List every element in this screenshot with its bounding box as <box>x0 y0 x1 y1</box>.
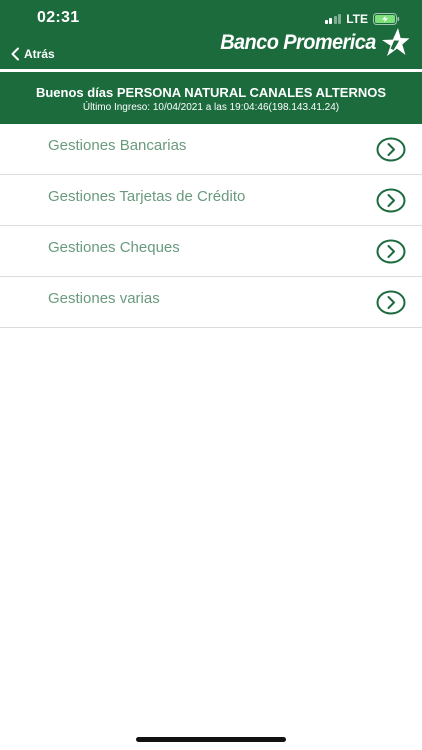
battery-charging-icon <box>373 13 400 25</box>
menu-item-gestiones-bancarias[interactable]: Gestiones Bancarias <box>0 124 422 175</box>
status-time: 02:31 <box>37 9 80 26</box>
menu-item-gestiones-cheques[interactable]: Gestiones Cheques <box>0 226 422 277</box>
menu-item-label: Gestiones Bancarias <box>48 137 187 154</box>
chevron-right-circle-icon[interactable] <box>376 137 406 162</box>
last-login-text: Último Ingreso: 10/04/2021 a las 19:04:4… <box>82 102 340 113</box>
menu-item-gestiones-tarjetas[interactable]: Gestiones Tarjetas de Crédito <box>0 175 422 226</box>
app-header: 02:31 LTE Atrás Banco Promerica <box>0 0 422 69</box>
menu-item-label: Gestiones Tarjetas de Crédito <box>48 188 246 205</box>
menu-item-gestiones-varias[interactable]: Gestiones varias <box>0 277 422 328</box>
greeting-banner: Buenos días PERSONA NATURAL CANALES ALTE… <box>0 72 422 124</box>
menu-list: Gestiones Bancarias Gestiones Tarjetas d… <box>0 124 422 328</box>
status-indicators: LTE <box>324 12 400 26</box>
menu-item-label: Gestiones varias <box>48 290 160 307</box>
chevron-left-icon <box>11 47 19 61</box>
star-logo-icon <box>382 28 410 56</box>
back-button[interactable]: Atrás <box>10 47 55 61</box>
home-indicator[interactable] <box>136 737 286 742</box>
brand-name: Banco Promerica <box>220 31 376 54</box>
menu-item-label: Gestiones Cheques <box>48 239 180 256</box>
chevron-right-circle-icon[interactable] <box>376 239 406 264</box>
brand-logo: Banco Promerica <box>212 27 410 59</box>
signal-icon <box>324 14 342 24</box>
network-type: LTE <box>346 12 368 26</box>
back-label: Atrás <box>24 47 55 61</box>
greeting-title: Buenos días PERSONA NATURAL CANALES ALTE… <box>35 85 387 100</box>
chevron-right-circle-icon[interactable] <box>376 290 406 315</box>
chevron-right-circle-icon[interactable] <box>376 188 406 213</box>
